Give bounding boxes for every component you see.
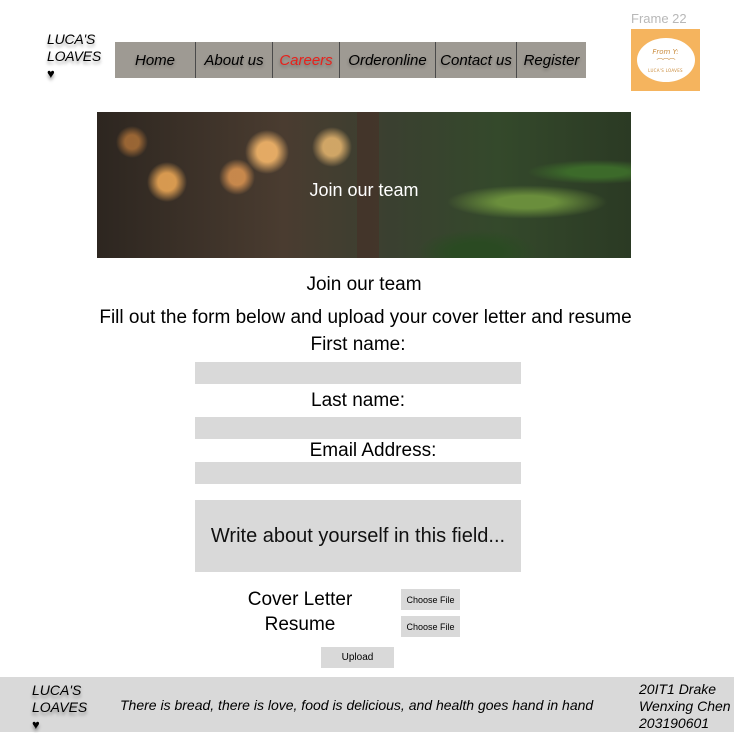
bread-icon: ⌒⌒⌒ xyxy=(656,57,676,66)
email-label: Email Address: xyxy=(309,440,437,461)
nav-item-careers[interactable]: Careers xyxy=(273,42,340,78)
resume-label: Resume xyxy=(264,614,336,635)
page-heading: Join our team xyxy=(306,274,422,295)
hero-title: Join our team xyxy=(309,180,419,200)
resume-choose-file-button[interactable]: Choose File xyxy=(401,616,460,637)
footer-brand-line-2: LOAVES xyxy=(32,699,88,715)
first-name-label: First name: xyxy=(310,334,406,355)
about-placeholder: Write about yourself in this field... xyxy=(210,524,506,547)
first-name-input[interactable] xyxy=(195,362,521,384)
nav-item-about-us[interactable]: About us xyxy=(196,42,273,78)
footer-tagline: There is bread, there is love, food is d… xyxy=(120,697,594,713)
form-instructions: Fill out the form below and upload your … xyxy=(99,307,632,328)
main-nav: Home About us Careers Orderonline Contac… xyxy=(115,42,586,78)
upload-button[interactable]: Upload xyxy=(321,647,394,668)
bakery-logo[interactable]: From Y: ⌒⌒⌒ LUCA'S LOAVES xyxy=(631,29,700,91)
logo-name-text: LUCA'S LOAVES xyxy=(648,67,683,73)
heart-icon: ♥ xyxy=(47,66,55,81)
footer-credits: 20IT1 Drake Wenxing Chen 203190601 xyxy=(639,681,731,732)
nav-item-orderonline[interactable]: Orderonline xyxy=(340,42,436,78)
logo-top-text: From Y: xyxy=(652,47,679,56)
last-name-label: Last name: xyxy=(311,390,405,411)
cover-letter-label: Cover Letter xyxy=(247,589,353,610)
credit-line-2: Wenxing Chen xyxy=(639,698,731,714)
cover-letter-choose-file-button[interactable]: Choose File xyxy=(401,589,460,610)
nav-item-register[interactable]: Register xyxy=(517,42,586,78)
nav-item-contact-us[interactable]: Contact us xyxy=(436,42,517,78)
credit-line-3: 203190601 xyxy=(639,715,710,731)
footer-brand-line-1: LUCA'S xyxy=(32,682,82,698)
footer: LUCA'S LOAVES ♥ There is bread, there is… xyxy=(0,677,734,732)
about-yourself-textarea[interactable]: Write about yourself in this field... xyxy=(195,500,521,572)
footer-brand[interactable]: LUCA'S LOAVES ♥ xyxy=(32,682,87,733)
brand-line-1: LUCA'S xyxy=(47,31,96,47)
last-name-input[interactable] xyxy=(195,417,521,439)
hero-banner-image: Join our team xyxy=(97,112,631,258)
heart-icon: ♥ xyxy=(32,717,40,732)
credit-line-1: 20IT1 Drake xyxy=(639,681,717,697)
brand-line-2: LOAVES xyxy=(47,48,102,64)
nav-item-home[interactable]: Home xyxy=(115,42,196,78)
brand-logo-text[interactable]: LUCA'S LOAVES ♥ xyxy=(47,31,117,82)
logo-badge: From Y: ⌒⌒⌒ LUCA'S LOAVES xyxy=(636,38,695,82)
frame-label: Frame 22 xyxy=(631,11,687,26)
email-input[interactable] xyxy=(195,462,521,484)
